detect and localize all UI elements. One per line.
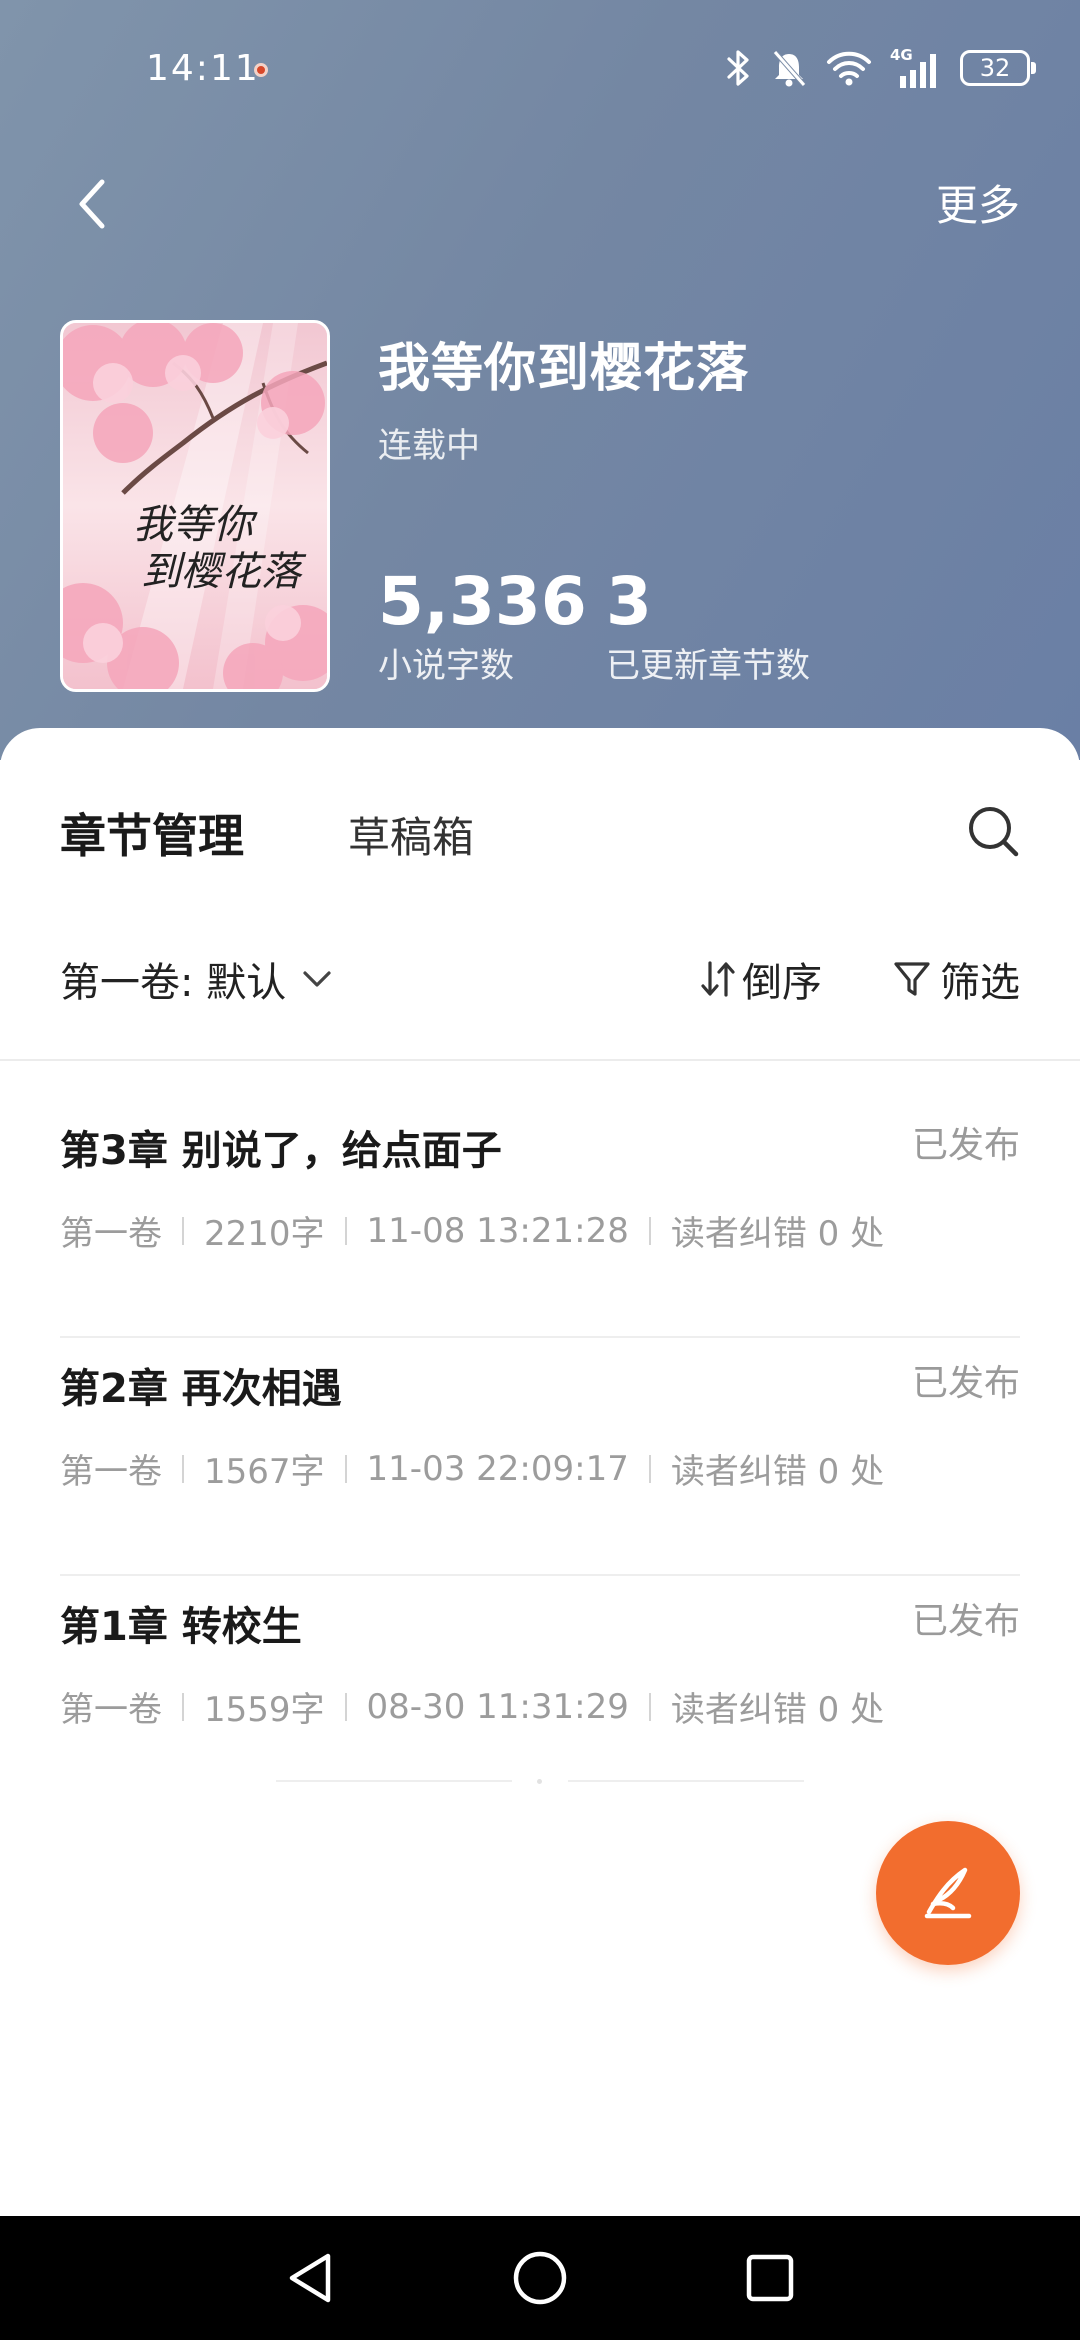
chapter-timestamp: 08-30 11:31:29 — [366, 1686, 629, 1727]
chapter-word-count: 1567字 — [204, 1452, 325, 1492]
chapter-meta: 第一卷 1567字 11-03 22:09:17 读者纠错 0 处 — [60, 1444, 884, 1493]
nav-recents-button[interactable] — [738, 2246, 802, 2310]
sort-icon — [701, 961, 735, 997]
meta-separator — [344, 1692, 347, 1721]
chapter-row[interactable]: 第2章 再次相遇 已发布 第一卷 1567字 11-03 22:09:17 读者… — [60, 1338, 1020, 1576]
nav-back-button[interactable] — [278, 2246, 342, 2310]
tab-drafts[interactable]: 草稿箱 — [348, 804, 474, 865]
chapter-publish-status: 已发布 — [911, 1363, 1020, 1404]
cherry-blossom-cover-art: 我等你 到樱花落 — [63, 323, 327, 689]
nav-home-button[interactable] — [508, 2246, 572, 2310]
chapter-reader-corrections: 读者纠错 0 处 — [670, 1452, 885, 1492]
search-button[interactable] — [966, 804, 1020, 858]
status-bar: 14:11 4G 32 — [0, 0, 1080, 140]
filter-funnel-icon — [894, 962, 930, 996]
chapter-row[interactable]: 第3章 别说了，给点面子 已发布 第一卷 2210字 11-08 13:21:2… — [60, 1100, 1020, 1338]
chapter-word-count: 2210字 — [204, 1214, 325, 1254]
chapter-count-value: 3 — [606, 563, 652, 640]
chapter-publish-status: 已发布 — [911, 1601, 1020, 1642]
chapter-timestamp: 11-03 22:09:17 — [366, 1448, 629, 1489]
book-header: 14:11 4G 32 更多 我等你 到樱花落 我等你到樱花落 连载中 5,33… — [0, 0, 1080, 760]
chapter-count-stat: 3 已更新章节数 — [606, 562, 810, 687]
chapter-timestamp: 11-08 13:21:28 — [366, 1210, 629, 1251]
filter-button[interactable]: 筛选 — [892, 950, 1020, 1008]
bluetooth-icon — [727, 50, 749, 86]
chapter-title: 第1章 转校生 — [60, 1604, 302, 1650]
meta-separator — [648, 1692, 651, 1721]
chevron-down-icon — [303, 971, 331, 987]
tab-bar: 章节管理 草稿箱 — [60, 800, 474, 866]
meta-separator — [648, 1454, 651, 1483]
book-title: 我等你到樱花落 — [378, 339, 750, 399]
chapter-publish-status: 已发布 — [911, 1125, 1020, 1166]
app-screen: 14:11 4G 32 更多 我等你 到樱花落 我等你到樱花落 连载中 5,33… — [0, 0, 1080, 2340]
notification-dot-icon — [254, 63, 268, 77]
circle-home-icon — [513, 2251, 567, 2305]
cover-title-line-2: 到樱花落 — [141, 549, 307, 595]
divider — [0, 1059, 1080, 1061]
chapter-row[interactable]: 第1章 转校生 已发布 第一卷 1559字 08-30 11:31:29 读者纠… — [60, 1576, 1020, 1756]
meta-separator — [344, 1216, 347, 1245]
chapter-reader-corrections: 读者纠错 0 处 — [670, 1214, 885, 1254]
meta-separator — [182, 1216, 184, 1245]
end-of-list-line — [276, 1780, 512, 1782]
mute-bell-icon — [773, 50, 806, 87]
battery-indicator: 32 — [960, 50, 1036, 86]
meta-separator — [182, 1454, 184, 1483]
chapter-reader-corrections: 读者纠错 0 处 — [670, 1690, 885, 1730]
volume-dropdown[interactable]: 第一卷: 默认 — [60, 950, 332, 1008]
volume-dropdown-label: 第一卷: 默认 — [60, 960, 287, 1006]
meta-separator — [648, 1216, 651, 1245]
word-count-stat: 5,336 小说字数 — [378, 562, 587, 687]
back-button[interactable] — [60, 168, 124, 240]
chapter-volume: 第一卷 — [60, 1214, 162, 1254]
word-count-value: 5,336 — [378, 563, 587, 640]
end-of-list-line — [568, 1780, 804, 1782]
cover-title-line-1: 我等你 — [133, 502, 258, 548]
triangle-back-icon — [289, 2253, 331, 2303]
status-time: 14:11 — [146, 48, 260, 89]
chapter-volume: 第一卷 — [60, 1690, 162, 1730]
filter-row: 第一卷: 默认 倒序 筛选 — [60, 950, 1020, 1010]
chapter-panel: 章节管理 草稿箱 第一卷: 默认 倒序 筛选 第3章 别说了，给点面子 已发布 … — [0, 728, 1080, 2216]
svg-text:4G: 4G — [890, 46, 913, 64]
chapter-meta: 第一卷 2210字 11-08 13:21:28 读者纠错 0 处 — [60, 1206, 884, 1255]
wifi-icon — [827, 51, 871, 86]
back-arrow-icon — [79, 179, 105, 229]
cellular-signal-icon: 4G — [890, 46, 936, 88]
book-status: 连载中 — [378, 426, 480, 466]
word-count-label: 小说字数 — [378, 646, 514, 686]
chapter-word-count: 1559字 — [204, 1690, 325, 1730]
chapter-volume: 第一卷 — [60, 1452, 162, 1492]
system-navigation-bar — [0, 2216, 1080, 2340]
chapter-title: 第3章 别说了，给点面子 — [60, 1128, 502, 1174]
end-of-list-dot — [537, 1779, 542, 1784]
sort-order-button[interactable]: 倒序 — [700, 950, 822, 1008]
status-icons: 4G 32 — [726, 44, 1036, 92]
quill-icon — [924, 1867, 972, 1919]
chapter-meta: 第一卷 1559字 08-30 11:31:29 读者纠错 0 处 — [60, 1682, 884, 1731]
chapter-count-label: 已更新章节数 — [606, 646, 810, 686]
tab-chapter-management[interactable]: 章节管理 — [60, 800, 244, 866]
chapter-title: 第2章 再次相遇 — [60, 1366, 342, 1412]
book-cover[interactable]: 我等你 到樱花落 — [60, 320, 330, 692]
search-icon — [969, 807, 1019, 857]
filter-label: 筛选 — [940, 960, 1020, 1006]
square-recents-icon — [746, 2254, 794, 2302]
meta-separator — [182, 1692, 184, 1721]
more-button[interactable]: 更多 — [936, 172, 1020, 233]
write-chapter-button[interactable] — [876, 1821, 1020, 1965]
sort-order-label: 倒序 — [742, 960, 822, 1006]
meta-separator — [344, 1454, 347, 1483]
